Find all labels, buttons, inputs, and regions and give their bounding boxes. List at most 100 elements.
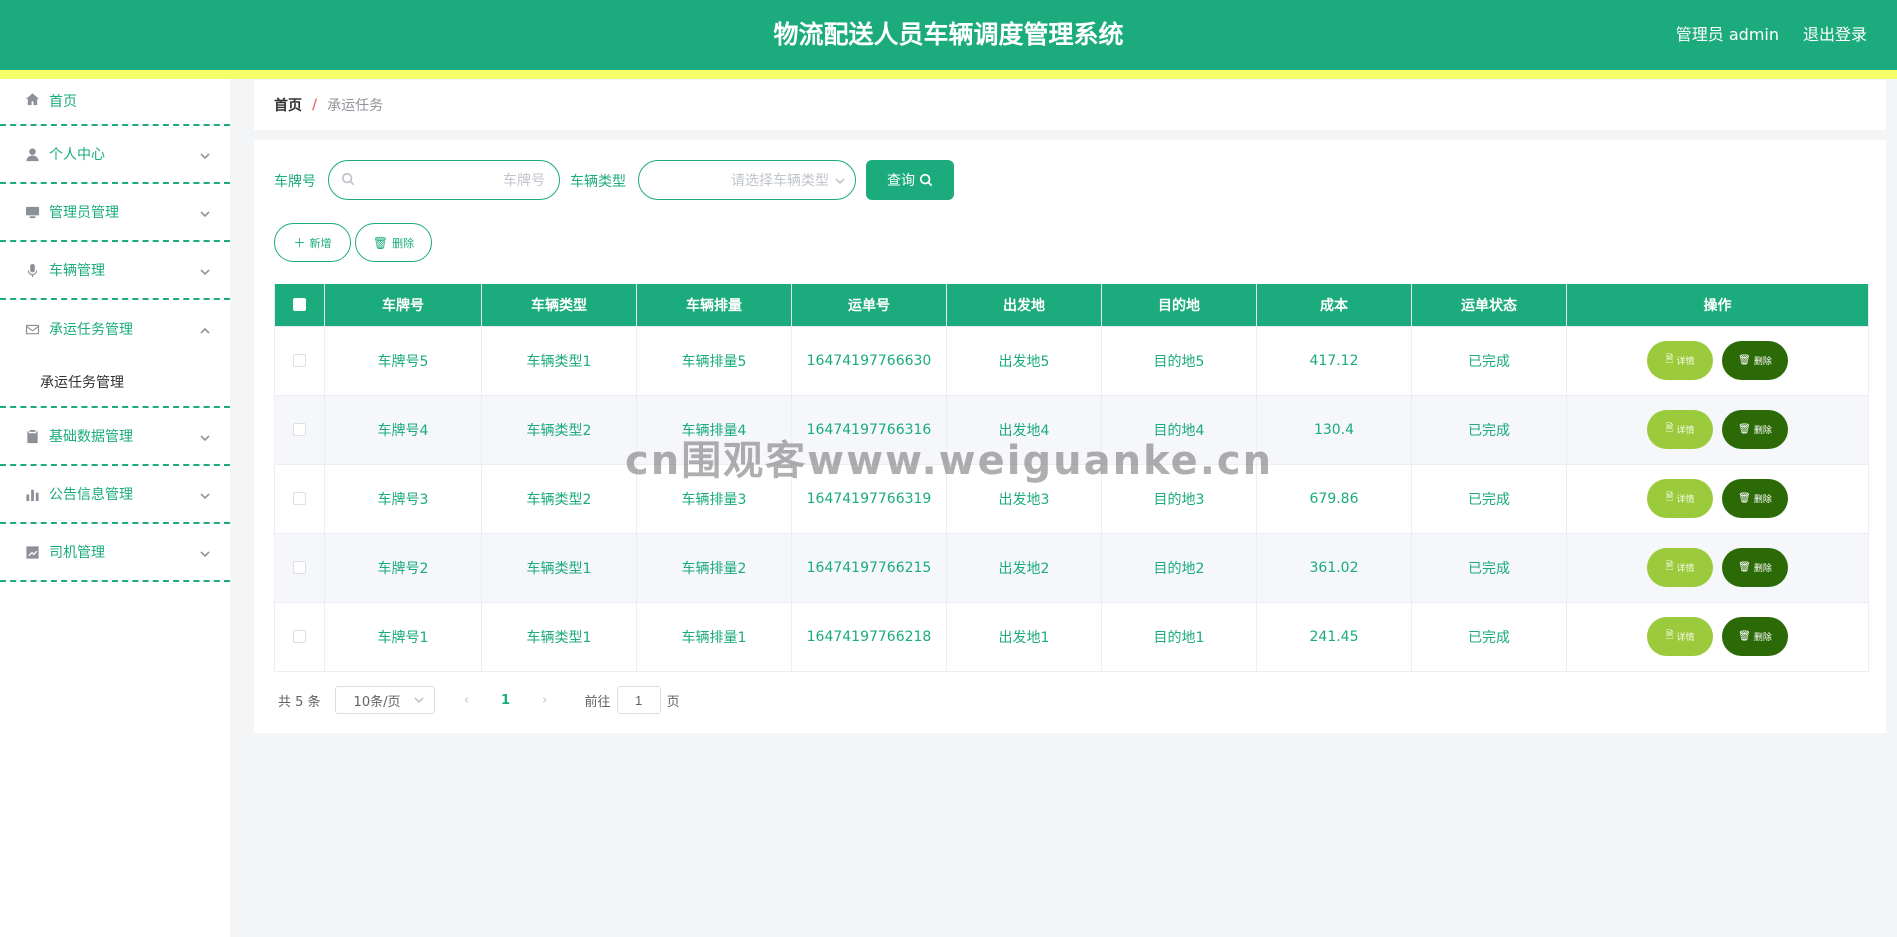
waybill-cell: 16474197766218 <box>791 601 947 672</box>
actions-cell: 🗎 详情 🗑 删除 <box>1566 601 1869 672</box>
chevron-down-icon <box>200 149 210 160</box>
plate-search-field[interactable] <box>328 160 560 200</box>
column-header[interactable]: 车牌号 <box>324 284 482 327</box>
vehicle-type-input[interactable] <box>651 172 829 188</box>
row-checkbox[interactable] <box>293 423 306 436</box>
detail-button[interactable]: 🗎 详情 <box>1647 410 1713 449</box>
document-icon: 🗎 <box>1665 561 1674 572</box>
current-user: 管理员 admin <box>1675 25 1779 44</box>
origin-cell: 出发地2 <box>946 532 1102 603</box>
row-checkbox[interactable] <box>293 492 306 505</box>
table-row[interactable]: 车牌号4 车辆类型2 车辆排量4 16474197766316 出发地4 目的地… <box>274 394 1869 465</box>
page-size-select[interactable]: 10条/页 <box>334 686 435 714</box>
sidebar-item-home[interactable]: 首页 <box>0 79 230 126</box>
bar-chart-icon <box>24 486 40 502</box>
row-checkbox[interactable] <box>293 354 306 367</box>
select-all-checkbox[interactable] <box>293 298 306 312</box>
delete-button[interactable]: 🗑 删除 <box>1722 548 1788 587</box>
batch-delete-button-label: 删除 <box>392 236 415 250</box>
sidebar-item-vehicle-management[interactable]: 车辆管理 <box>0 242 230 300</box>
detail-button[interactable]: 🗎 详情 <box>1647 341 1713 380</box>
column-header[interactable]: 车辆排量 <box>636 284 792 327</box>
chevron-down-icon <box>413 697 424 704</box>
displacement-cell: 车辆排量5 <box>636 325 792 396</box>
mail-icon <box>24 321 40 337</box>
column-header[interactable]: 运单号 <box>791 284 947 327</box>
cost-cell: 241.45 <box>1256 601 1412 672</box>
table-row[interactable]: 车牌号1 车辆类型1 车辆排量1 16474197766218 出发地1 目的地… <box>274 601 1869 672</box>
sidebar-item-basic-data[interactable]: 基础数据管理 <box>0 408 230 466</box>
delete-button-label: 删除 <box>1753 495 1772 505</box>
status-cell: 已完成 <box>1411 463 1567 534</box>
row-checkbox[interactable] <box>293 561 306 574</box>
row-select-cell <box>274 394 325 465</box>
sidebar-item-task-management[interactable]: 承运任务管理 <box>0 300 230 358</box>
plus-icon: ＋ <box>293 236 306 250</box>
type-cell: 车辆类型2 <box>481 394 637 465</box>
row-select-cell <box>274 601 325 672</box>
column-header[interactable]: 运单状态 <box>1411 284 1567 327</box>
sidebar-item-admin-management[interactable]: 管理员管理 <box>0 184 230 242</box>
sidebar-item-label: 公告信息管理 <box>49 487 133 503</box>
sidebar-item-label: 基础数据管理 <box>49 429 133 445</box>
pagination: 共 5 条 10条/页 ‹ 1 › 前往 页 <box>278 685 680 715</box>
chevron-down-icon <box>200 431 210 442</box>
content-panel: 车牌号 车辆类型 查询 ＋ 新增 🗑 删除 车牌号 车辆类型 车辆排量 运单号 <box>254 140 1886 733</box>
origin-cell: 出发地1 <box>946 601 1102 672</box>
column-header[interactable]: 成本 <box>1256 284 1412 327</box>
detail-button-label: 详情 <box>1676 426 1695 436</box>
delete-button-label: 删除 <box>1753 426 1772 436</box>
displacement-cell: 车辆排量3 <box>636 463 792 534</box>
sidebar-item-announcement[interactable]: 公告信息管理 <box>0 466 230 524</box>
type-cell: 车辆类型1 <box>481 532 637 603</box>
table-row[interactable]: 车牌号2 车辆类型1 车辆排量2 16474197766215 出发地2 目的地… <box>274 532 1869 603</box>
page-number-current[interactable]: 1 <box>491 693 521 708</box>
document-icon: 🗎 <box>1665 354 1674 365</box>
delete-button[interactable]: 🗑 删除 <box>1722 410 1788 449</box>
breadcrumb-current: 承运任务 <box>327 98 384 114</box>
trash-icon: 🗑 <box>372 235 389 250</box>
detail-button[interactable]: 🗎 详情 <box>1647 548 1713 587</box>
status-cell: 已完成 <box>1411 532 1567 603</box>
status-cell: 已完成 <box>1411 601 1567 672</box>
detail-button-label: 详情 <box>1676 495 1695 505</box>
plate-search-input[interactable] <box>355 172 545 188</box>
delete-button[interactable]: 🗑 删除 <box>1722 341 1788 380</box>
detail-button[interactable]: 🗎 详情 <box>1647 479 1713 518</box>
logout-link[interactable]: 退出登录 <box>1803 0 1867 70</box>
row-checkbox[interactable] <box>293 630 306 643</box>
sidebar-subitem-task-management[interactable]: 承运任务管理 <box>0 358 230 408</box>
column-header[interactable]: 出发地 <box>946 284 1102 327</box>
trash-icon: 🗑 <box>1738 631 1751 642</box>
plate-cell: 车牌号2 <box>324 532 482 603</box>
batch-delete-button[interactable]: 🗑 删除 <box>355 223 432 262</box>
table-row[interactable]: 车牌号5 车辆类型1 车辆排量5 16474197766630 出发地5 目的地… <box>274 325 1869 396</box>
sidebar-item-driver-management[interactable]: 司机管理 <box>0 524 230 582</box>
prev-page-icon[interactable]: ‹ <box>453 693 481 708</box>
delete-button[interactable]: 🗑 删除 <box>1722 617 1788 656</box>
status-cell: 已完成 <box>1411 394 1567 465</box>
breadcrumb-home[interactable]: 首页 <box>274 95 302 115</box>
sidebar-item-personal-center[interactable]: 个人中心 <box>0 126 230 184</box>
query-button[interactable]: 查询 <box>866 160 954 200</box>
next-page-icon[interactable]: › <box>531 693 559 708</box>
waybill-cell: 16474197766215 <box>791 532 947 603</box>
sidebar-item-label: 司机管理 <box>49 545 105 561</box>
trend-chart-icon <box>24 544 40 560</box>
goto-page-input[interactable] <box>616 686 661 714</box>
delete-button[interactable]: 🗑 删除 <box>1722 479 1788 518</box>
destination-cell: 目的地4 <box>1101 394 1257 465</box>
query-button-label: 查询 <box>887 173 915 189</box>
column-header[interactable]: 车辆类型 <box>481 284 637 327</box>
column-header[interactable]: 目的地 <box>1101 284 1257 327</box>
table-row[interactable]: 车牌号3 车辆类型2 车辆排量3 16474197766319 出发地3 目的地… <box>274 463 1869 534</box>
add-button[interactable]: ＋ 新增 <box>274 223 351 262</box>
vehicle-type-select[interactable] <box>638 160 856 200</box>
cost-cell: 130.4 <box>1256 394 1412 465</box>
trash-icon: 🗑 <box>1738 562 1751 573</box>
delete-button-label: 删除 <box>1753 564 1772 574</box>
plate-label: 车牌号 <box>274 174 316 190</box>
trash-icon: 🗑 <box>1738 424 1751 435</box>
detail-button[interactable]: 🗎 详情 <box>1647 617 1713 656</box>
delete-button-label: 删除 <box>1753 357 1772 367</box>
